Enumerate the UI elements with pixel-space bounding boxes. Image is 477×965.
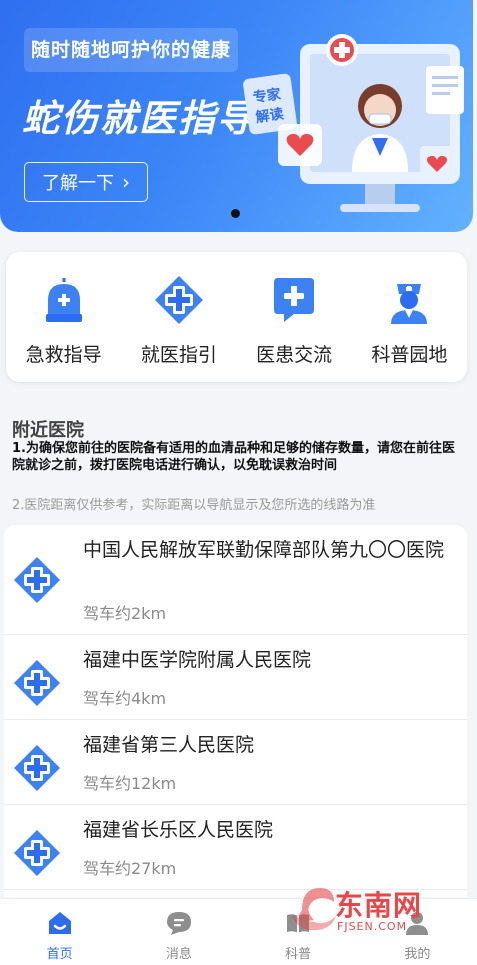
menu-label: 急救指导 [25,344,102,366]
hospital-name: 福建省长乐区人民医院 [83,819,274,841]
tab-label: 科普 [285,947,312,962]
doctor-illustration: 专家 解读 [243,34,464,212]
watermark-name: 东南网 [335,889,423,922]
hospital-list: 中国人民解放军联勤保障部队第九〇〇医院 驾车约2km 福建中医学院附属人民医院 … [4,525,467,897]
tab-label: 我的 [404,947,431,962]
hospital-icon [14,830,60,876]
watermark-domain: FJSEN.COM [337,920,408,933]
banner-title: 蛇伤就医指导 [22,97,256,140]
nurse-icon [381,272,437,328]
notice-text: 1.为确保您前往的医院备有适用的血清品种和足够的储存数量，请您在前往医院就诊之前… [12,441,455,473]
app-screen: 随时随地呵护你的健康 蛇伤就医指导 了解一下 › 专家 解读 急救指导 就医指引… [0,0,477,965]
hospital-icon [14,660,60,706]
tab-label: 首页 [46,947,73,962]
hospital-distance: 驾车约12km [83,774,177,793]
quick-menu: 急救指导 就医指引 医患交流 科普园地 [6,252,467,382]
list-item[interactable]: 福建中医学院附属人民医院 驾车约4km [4,635,467,720]
medical-cross-icon [151,272,207,328]
tab-home[interactable]: 首页 [0,899,119,965]
hospital-name: 福建省第三人民医院 [83,734,255,756]
menu-item-medical-guide[interactable]: 就医指引 [129,272,229,367]
menu-label: 医患交流 [256,344,333,366]
tab-label: 消息 [165,947,192,962]
hospital-distance: 驾车约27km [83,859,177,878]
chat-cross-icon [266,272,322,328]
hospital-distance: 驾车约2km [83,604,167,623]
chevron-right-icon: › [122,170,130,194]
hospital-name: 中国人民解放军联勤保障部队第九〇〇医院 [83,539,445,561]
menu-label: 科普园地 [371,344,448,366]
section-title: 附近医院 [12,420,84,441]
list-item[interactable]: 福建省第三人民医院 驾车约12km [4,720,467,805]
home-icon [48,912,71,934]
hospital-icon [14,557,60,603]
banner-slogan: 随时随地呵护你的健康 [24,28,238,72]
hospital-icon [14,745,60,791]
learn-more-label: 了解一下 [42,173,114,194]
menu-label: 就医指引 [140,344,217,366]
hospital-distance: 驾车约4km [83,689,167,708]
menu-item-consultation[interactable]: 医患交流 [244,272,344,367]
message-icon [166,912,191,935]
carousel-indicator[interactable] [231,209,240,218]
hospital-name: 福建中医学院附属人民医院 [83,649,312,671]
disclaimer-text: 2.医院距离仅供参考，实际距离以导航显示及您所选的线路为准 [12,498,376,513]
tab-messages[interactable]: 消息 [119,899,238,965]
promo-banner[interactable]: 随时随地呵护你的健康 蛇伤就医指导 了解一下 › 专家 解读 [0,0,473,232]
learn-more-button[interactable]: 了解一下 › [24,162,148,202]
list-item[interactable]: 中国人民解放军联勤保障部队第九〇〇医院 驾车约2km [4,525,467,635]
menu-item-science[interactable]: 科普园地 [359,272,459,367]
list-item[interactable]: 福建省长乐区人民医院 驾车约27km [4,805,467,890]
siren-icon [36,272,92,328]
menu-item-first-aid[interactable]: 急救指导 [14,272,114,367]
